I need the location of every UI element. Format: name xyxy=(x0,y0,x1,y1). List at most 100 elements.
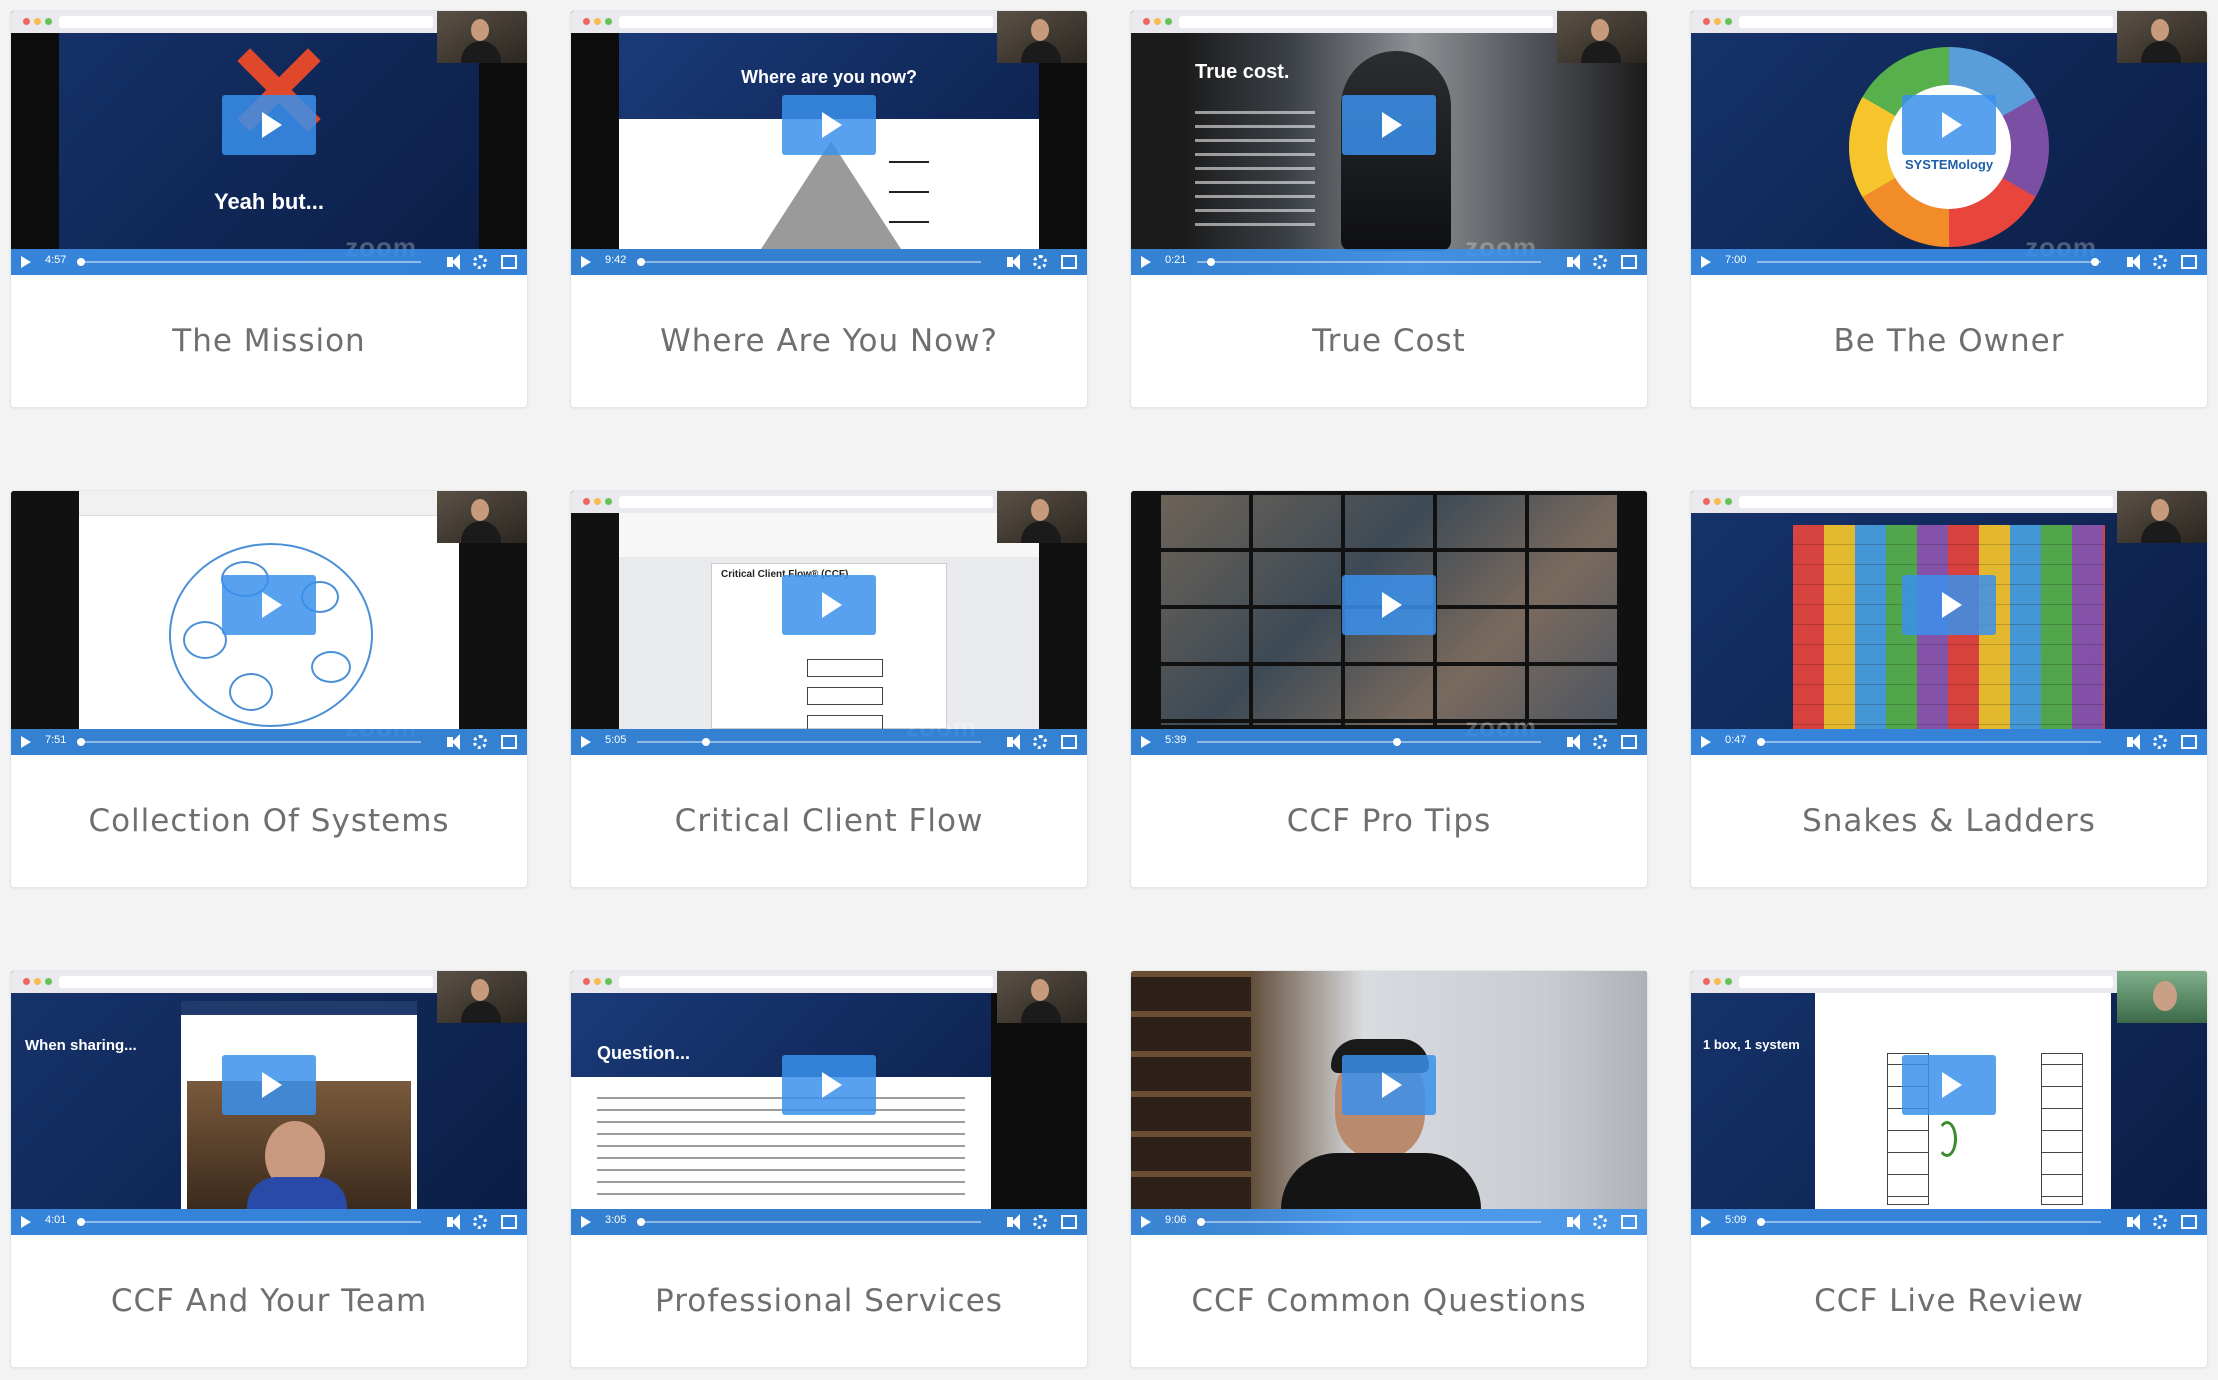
video-player[interactable]: When sharing... 4:01 xyxy=(11,971,527,1235)
fullscreen-icon[interactable] xyxy=(2181,735,2197,749)
video-player[interactable]: zoom 7:51 xyxy=(11,491,527,755)
seek-handle[interactable] xyxy=(637,258,645,266)
seek-handle[interactable] xyxy=(77,738,85,746)
play-icon[interactable] xyxy=(1701,256,1711,268)
play-button[interactable] xyxy=(1902,575,1996,635)
video-title[interactable]: Where Are You Now? xyxy=(571,275,1087,407)
volume-icon[interactable] xyxy=(447,1214,460,1230)
play-icon[interactable] xyxy=(21,1216,31,1228)
play-icon[interactable] xyxy=(1141,1216,1151,1228)
fullscreen-icon[interactable] xyxy=(1061,1215,1077,1229)
video-player[interactable]: True cost. zoom 0:21 xyxy=(1131,11,1647,275)
settings-icon[interactable] xyxy=(1593,1215,1607,1229)
settings-icon[interactable] xyxy=(1033,735,1047,749)
volume-icon[interactable] xyxy=(447,254,460,270)
volume-icon[interactable] xyxy=(2127,734,2140,750)
play-icon[interactable] xyxy=(21,256,31,268)
video-title[interactable]: Snakes & Ladders xyxy=(1691,755,2207,887)
video-title[interactable]: CCF Pro Tips xyxy=(1131,755,1647,887)
volume-icon[interactable] xyxy=(1007,254,1020,270)
play-button[interactable] xyxy=(782,1055,876,1115)
seek-handle[interactable] xyxy=(1207,258,1216,266)
seek-bar[interactable] xyxy=(77,1218,421,1226)
fullscreen-icon[interactable] xyxy=(501,735,517,749)
fullscreen-icon[interactable] xyxy=(2181,1215,2197,1229)
video-title[interactable]: Critical Client Flow xyxy=(571,755,1087,887)
video-card[interactable]: 0:47 Snakes & Ladders xyxy=(1690,490,2208,888)
video-title[interactable]: The Mission xyxy=(11,275,527,407)
play-button[interactable] xyxy=(1342,95,1436,155)
seek-bar[interactable] xyxy=(637,1218,981,1226)
video-title[interactable]: Be The Owner xyxy=(1691,275,2207,407)
volume-icon[interactable] xyxy=(447,734,460,750)
settings-icon[interactable] xyxy=(2153,255,2167,269)
seek-bar[interactable] xyxy=(1197,1218,1541,1226)
play-icon[interactable] xyxy=(581,736,591,748)
seek-bar[interactable] xyxy=(637,738,981,746)
video-title[interactable]: CCF Live Review xyxy=(1691,1235,2207,1367)
play-button[interactable] xyxy=(782,95,876,155)
fullscreen-icon[interactable] xyxy=(1061,735,1077,749)
video-card[interactable]: SYSTEMology zoom 7:00 Be The Owner xyxy=(1690,10,2208,408)
volume-icon[interactable] xyxy=(2127,1214,2140,1230)
fullscreen-icon[interactable] xyxy=(1061,255,1077,269)
fullscreen-icon[interactable] xyxy=(501,1215,517,1229)
fullscreen-icon[interactable] xyxy=(501,255,517,269)
play-button[interactable] xyxy=(1342,1055,1436,1115)
video-card[interactable]: Yeah but... zoom 4:57 The Mission xyxy=(10,10,528,408)
fullscreen-icon[interactable] xyxy=(1621,255,1637,269)
video-card[interactable]: When sharing... 4:01 CCF And Your Team xyxy=(10,970,528,1368)
volume-icon[interactable] xyxy=(1007,734,1020,750)
play-icon[interactable] xyxy=(1701,1216,1711,1228)
video-player[interactable]: SYSTEMology zoom 7:00 xyxy=(1691,11,2207,275)
play-button[interactable] xyxy=(1902,95,1996,155)
settings-icon[interactable] xyxy=(1593,255,1607,269)
seek-handle[interactable] xyxy=(77,258,85,266)
video-title[interactable]: True Cost xyxy=(1131,275,1647,407)
play-icon[interactable] xyxy=(1701,736,1711,748)
video-player[interactable]: Where are you now? 9:42 xyxy=(571,11,1087,275)
video-player[interactable]: 1 box, 1 system 5:09 xyxy=(1691,971,2207,1235)
seek-bar[interactable] xyxy=(1757,258,2101,266)
video-card[interactable]: 1 box, 1 system 5:09 CCF Live Review xyxy=(1690,970,2208,1368)
play-button[interactable] xyxy=(222,95,316,155)
volume-icon[interactable] xyxy=(1567,254,1580,270)
play-icon[interactable] xyxy=(1141,256,1151,268)
settings-icon[interactable] xyxy=(2153,1215,2167,1229)
seek-handle[interactable] xyxy=(637,1218,645,1226)
video-player[interactable]: Critical Client Flow® (CCF) zoom 5:05 xyxy=(571,491,1087,755)
play-icon[interactable] xyxy=(21,736,31,748)
settings-icon[interactable] xyxy=(1033,255,1047,269)
video-title[interactable]: Professional Services xyxy=(571,1235,1087,1367)
video-card[interactable]: True cost. zoom 0:21 True Cost xyxy=(1130,10,1648,408)
video-card[interactable]: Critical Client Flow® (CCF) zoom 5:05 Cr… xyxy=(570,490,1088,888)
seek-bar[interactable] xyxy=(77,738,421,746)
settings-icon[interactable] xyxy=(473,1215,487,1229)
settings-icon[interactable] xyxy=(1033,1215,1047,1229)
volume-icon[interactable] xyxy=(1567,734,1580,750)
settings-icon[interactable] xyxy=(473,735,487,749)
play-icon[interactable] xyxy=(1141,736,1151,748)
video-card[interactable]: Where are you now? 9:42 Where Are You No… xyxy=(570,10,1088,408)
fullscreen-icon[interactable] xyxy=(1621,1215,1637,1229)
video-title[interactable]: Collection Of Systems xyxy=(11,755,527,887)
settings-icon[interactable] xyxy=(2153,735,2167,749)
settings-icon[interactable] xyxy=(1593,735,1607,749)
play-button[interactable] xyxy=(222,1055,316,1115)
seek-bar[interactable] xyxy=(77,258,421,266)
seek-handle[interactable] xyxy=(77,1218,85,1226)
video-card[interactable]: Question... 3:05 Professional Services xyxy=(570,970,1088,1368)
video-title[interactable]: CCF Common Questions xyxy=(1131,1235,1647,1367)
video-player[interactable]: Question... 3:05 xyxy=(571,971,1087,1235)
video-title[interactable]: CCF And Your Team xyxy=(11,1235,527,1367)
video-card[interactable]: 9:06 CCF Common Questions xyxy=(1130,970,1648,1368)
play-button[interactable] xyxy=(1902,1055,1996,1115)
seek-bar[interactable] xyxy=(1197,738,1541,746)
seek-bar[interactable] xyxy=(1197,258,1541,266)
video-player[interactable]: Yeah but... zoom 4:57 xyxy=(11,11,527,275)
seek-handle[interactable] xyxy=(1393,738,1402,746)
seek-handle[interactable] xyxy=(702,738,711,746)
seek-bar[interactable] xyxy=(1757,738,2101,746)
volume-icon[interactable] xyxy=(2127,254,2140,270)
seek-bar[interactable] xyxy=(637,258,981,266)
